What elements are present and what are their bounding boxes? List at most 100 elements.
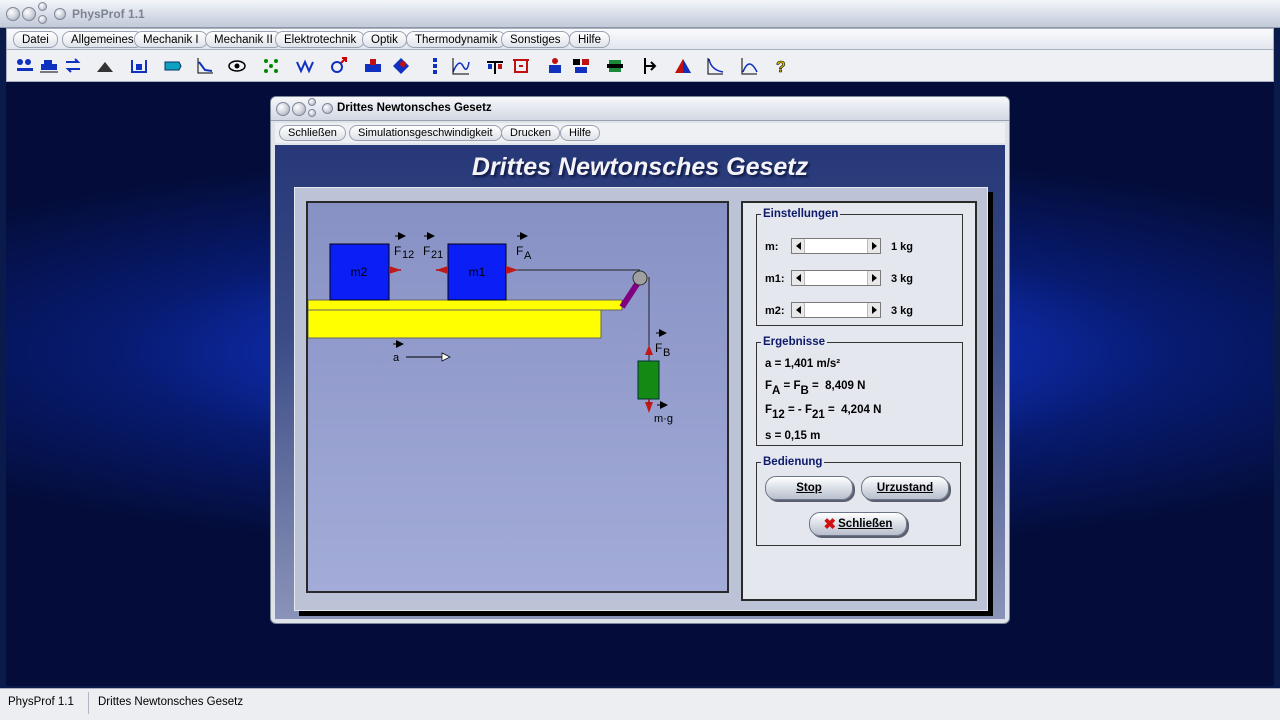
menu-elektrotechnik[interactable]: Elektrotechnik	[275, 31, 366, 48]
table-top	[308, 299, 623, 311]
curve-icon[interactable]	[451, 56, 471, 76]
dialog-title: Drittes Newtonsches Gesetz	[337, 102, 492, 114]
dialog-titlebar[interactable]: Drittes Newtonsches Gesetz	[271, 97, 1009, 121]
controls-title: Bedienung	[763, 456, 823, 468]
menu-allgemeines[interactable]: Allgemeines	[62, 31, 143, 48]
dialog-menu-drucken[interactable]: Drucken	[501, 125, 560, 141]
close-button-label: Schließen	[838, 518, 893, 530]
forces-icon[interactable]	[15, 56, 35, 76]
settings-title: Einstellungen	[763, 208, 839, 220]
result-fa-fb-value: 8,409 N	[825, 380, 866, 392]
car-icon[interactable]	[39, 56, 59, 76]
menu-datei[interactable]: Datei	[13, 31, 58, 48]
lens-icon[interactable]	[391, 56, 411, 76]
dialog-menu-schliessen[interactable]: Schließen	[279, 125, 346, 141]
slider-left-arrow-icon[interactable]	[792, 239, 805, 253]
results-title: Ergebnisse	[763, 336, 825, 348]
setting-m2-value: 3 kg	[891, 305, 914, 317]
menu-optik[interactable]: Optik	[362, 31, 407, 48]
dialog-menu-hilfe[interactable]: Hilfe	[560, 125, 601, 141]
minimize-window-icon[interactable]	[22, 7, 36, 21]
close-button[interactable]: ✖ Schließen	[809, 512, 907, 536]
settings-panel: Einstellungen m: 1 kg m1: 3 kg m2: 3 kg …	[741, 201, 977, 601]
eye-icon[interactable]	[227, 56, 247, 76]
setting-m-label: m:	[765, 241, 779, 253]
result-f12-f21-value: 4,204 N	[841, 404, 882, 416]
menu-bar: Datei Allgemeines Mechanik I Mechanik II…	[6, 28, 1274, 50]
label-f21-sub: 21	[431, 249, 443, 261]
menu-mechanik-1[interactable]: Mechanik I	[134, 31, 208, 48]
reset-button[interactable]: Urzustand	[861, 476, 949, 500]
maximize-window-icon[interactable]	[54, 8, 66, 20]
dialog-menu-simulationsgeschwindigkeit[interactable]: Simulationsgeschwindigkeit	[349, 125, 502, 141]
label-a: a	[393, 352, 400, 364]
main-frame: m2 m1 F 12 F 21 F A F B a m·g Einstellun…	[294, 187, 988, 611]
menu-mechanik-2[interactable]: Mechanik II	[205, 31, 282, 48]
slider-left-arrow-icon[interactable]	[792, 271, 805, 285]
setting-m-value: 1 kg	[891, 241, 914, 253]
result-fa-fb: FA = FB = 8,409 N	[765, 380, 866, 397]
slider-left-arrow-icon[interactable]	[792, 303, 805, 317]
label-mg: m·g	[654, 413, 673, 425]
piston-icon[interactable]	[639, 56, 659, 76]
close-x-icon: ✖	[823, 516, 837, 533]
result-f12-f21: F12 = - F21 = 4,204 N	[765, 404, 882, 421]
window-button-small-icon[interactable]	[38, 15, 47, 24]
circuit-icon[interactable]	[511, 56, 531, 76]
pulley-arm	[619, 279, 642, 309]
label-fb: F	[655, 341, 662, 355]
lever-icon[interactable]	[163, 56, 183, 76]
menu-hilfe[interactable]: Hilfe	[569, 31, 611, 48]
gear-icon[interactable]	[605, 56, 625, 76]
dialog-menu-bar: Schließen Simulationsgeschwindigkeit Dru…	[275, 123, 1005, 143]
pulley-icon	[632, 270, 648, 286]
balance-icon[interactable]	[485, 56, 505, 76]
ramp-icon[interactable]	[95, 56, 115, 76]
magnet-icon[interactable]	[363, 56, 383, 76]
dialog-minimize-icon[interactable]	[292, 102, 306, 116]
wave-icon[interactable]	[295, 56, 315, 76]
setting-m-slider[interactable]	[791, 238, 881, 254]
molecule-icon[interactable]	[261, 56, 281, 76]
block-m1-label: m1	[469, 265, 486, 279]
window-button-small-icon[interactable]	[38, 2, 47, 11]
slider-right-arrow-icon[interactable]	[867, 239, 880, 253]
slider-right-arrow-icon[interactable]	[867, 303, 880, 317]
triangle-icon[interactable]	[673, 56, 693, 76]
status-document-name: Drittes Newtonsches Gesetz	[98, 696, 244, 708]
menu-sonstiges[interactable]: Sonstiges	[501, 31, 570, 48]
setting-m1-label: m1:	[765, 273, 785, 285]
dialog-maximize-icon[interactable]	[322, 103, 333, 114]
scale-icon[interactable]	[129, 56, 149, 76]
help-icon[interactable]: ?	[771, 56, 791, 76]
label-fa: F	[516, 244, 523, 258]
dialog-close-icon[interactable]	[276, 102, 290, 116]
dialog-small-button-icon[interactable]	[308, 98, 316, 106]
results-group: Ergebnisse a = 1,401 m/s² FA = FB = 8,40…	[756, 336, 963, 446]
spectrum-icon[interactable]	[739, 56, 759, 76]
swap-icon[interactable]	[63, 56, 83, 76]
controls-group: Bedienung Stop Urzustand ✖ Schließen	[756, 456, 961, 546]
gender-icon[interactable]	[329, 56, 349, 76]
hanging-weight	[637, 360, 660, 400]
column-icon[interactable]	[425, 56, 445, 76]
setting-m1-slider[interactable]	[791, 270, 881, 286]
stop-button[interactable]: Stop	[765, 476, 853, 500]
dialog-small-button-icon[interactable]	[308, 109, 316, 117]
label-fb-sub: B	[663, 347, 670, 359]
setting-m2-label: m2:	[765, 305, 785, 317]
simulation-drawing: m2 m1 F 12 F 21 F A F B a m·g	[308, 232, 673, 425]
menu-thermodynamik[interactable]: Thermodynamik	[406, 31, 507, 48]
setting-m2-slider[interactable]	[791, 302, 881, 318]
graph-icon[interactable]	[195, 56, 215, 76]
close-window-icon[interactable]	[6, 7, 20, 21]
arrow-f12-head	[389, 266, 401, 274]
slider-right-arrow-icon[interactable]	[867, 271, 880, 285]
label-fa-sub: A	[524, 250, 532, 262]
label-f12-sub: 12	[402, 249, 414, 261]
table-body	[308, 309, 602, 339]
camera-icon[interactable]	[571, 56, 591, 76]
person-icon[interactable]	[545, 56, 565, 76]
status-app-name: PhysProf 1.1	[8, 696, 74, 708]
decay-icon[interactable]	[705, 56, 725, 76]
